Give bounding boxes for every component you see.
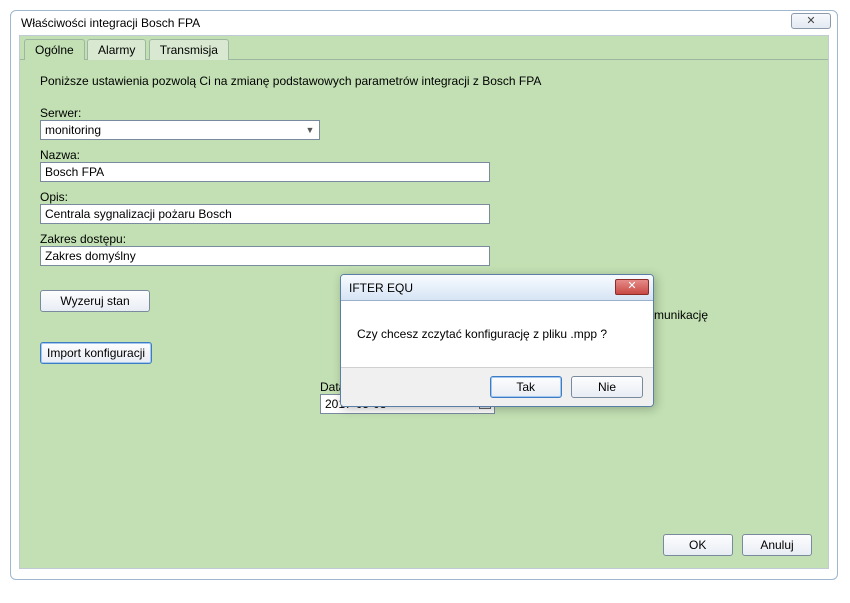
description-label: Opis: [40,190,808,204]
reset-state-button[interactable]: Wyzeruj stan [40,290,150,312]
server-label: Serwer: [40,106,808,120]
import-config-button[interactable]: Import konfiguracji [40,342,152,364]
name-label: Nazwa: [40,148,808,162]
confirm-dialog: IFTER EQU ✕ Czy chcesz zczytać konfigura… [340,274,654,407]
no-button[interactable]: Nie [571,376,643,398]
intro-text: Poniższe ustawienia pozwolą Ci na zmianę… [40,74,808,88]
confirm-dialog-buttons: Tak Nie [341,367,653,406]
cancel-button[interactable]: Anuluj [742,534,812,556]
chevron-down-icon: ▼ [303,123,317,137]
server-combobox[interactable]: monitoring ▼ [40,120,320,140]
window-title: Właściwości integracji Bosch FPA [21,16,200,30]
confirm-dialog-titlebar: IFTER EQU ✕ [341,275,653,301]
name-value: Bosch FPA [45,165,104,179]
server-value: monitoring [45,123,101,137]
client-area: Ogólne Alarmy Transmisja Poniższe ustawi… [19,35,829,569]
tab-general[interactable]: Ogólne [24,39,85,60]
scope-value: Zakres domyślny [45,249,136,263]
dialog-footer-buttons: OK Anuluj [657,534,812,556]
description-input[interactable]: Centrala sygnalizacji pożaru Bosch [40,204,490,224]
confirm-dialog-title: IFTER EQU [349,281,413,295]
description-value: Centrala sygnalizacji pożaru Bosch [45,207,232,221]
close-icon: ✕ [806,15,815,27]
tab-strip: Ogólne Alarmy Transmisja [24,39,828,60]
properties-window: Właściwości integracji Bosch FPA ✕ Ogóln… [10,10,838,580]
tab-alarms[interactable]: Alarmy [87,39,146,60]
confirm-dialog-message: Czy chcesz zczytać konfigurację z pliku … [341,301,653,367]
close-icon: ✕ [627,280,636,292]
scope-label: Zakres dostępu: [40,232,808,246]
window-titlebar: Właściwości integracji Bosch FPA ✕ [11,11,837,35]
yes-button[interactable]: Tak [490,376,562,398]
name-input[interactable]: Bosch FPA [40,162,490,182]
window-close-button[interactable]: ✕ [791,13,831,29]
confirm-dialog-close-button[interactable]: ✕ [615,279,649,295]
tab-transmission[interactable]: Transmisja [149,39,229,60]
scope-input[interactable]: Zakres domyślny [40,246,490,266]
ok-button[interactable]: OK [663,534,733,556]
